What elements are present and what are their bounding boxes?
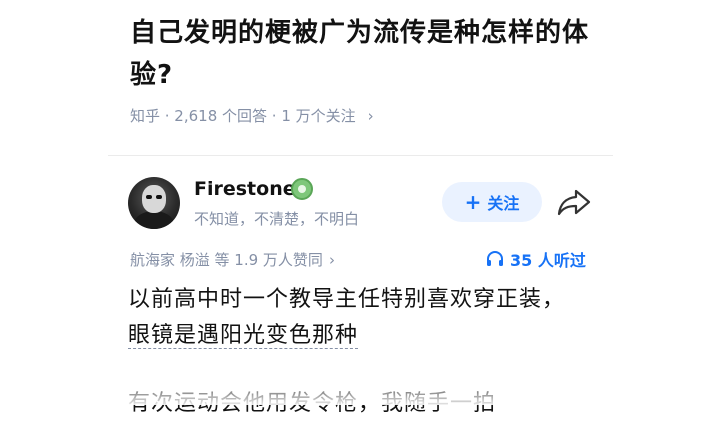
plus-icon: +	[464, 190, 482, 214]
voters-text: 航海家 杨溢 等 1.9 万人赞同	[130, 251, 323, 269]
share-arrow-icon[interactable]	[556, 187, 592, 217]
listen-count[interactable]: 35 人听过	[486, 247, 586, 271]
verified-badge-icon	[291, 178, 313, 200]
divider	[108, 155, 613, 156]
question-title[interactable]: 自己发明的梗被广为流传是种怎样的体验?	[130, 12, 600, 96]
author-name[interactable]: Firestone	[194, 178, 296, 200]
answer-card: 自己发明的梗被广为流传是种怎样的体验? 知乎 · 2,618 个回答 · 1 万…	[0, 0, 720, 416]
listen-count-text: 35 人听过	[510, 251, 586, 270]
bottom-fade	[0, 375, 720, 405]
question-meta[interactable]: 知乎 · 2,618 个回答 · 1 万个关注 ›	[130, 105, 374, 126]
follow-label: 关注	[487, 194, 520, 213]
chevron-right-icon: ›	[328, 250, 335, 269]
question-meta-text: 知乎 · 2,618 个回答 · 1 万个关注	[130, 107, 356, 125]
answer-line: 以前高中时一个教导主任特别喜欢穿正装，	[128, 287, 566, 312]
follow-button[interactable]: + 关注	[442, 182, 542, 222]
answer-line: 眼镜是遇阳光变色那种	[128, 323, 359, 349]
headphones-icon	[487, 251, 503, 266]
voters-summary[interactable]: 航海家 杨溢 等 1.9 万人赞同 ›	[130, 249, 335, 270]
author-bio: 不知道，不清楚，不明白	[194, 210, 360, 228]
chevron-right-icon: ›	[367, 106, 374, 125]
avatar[interactable]	[128, 177, 180, 229]
